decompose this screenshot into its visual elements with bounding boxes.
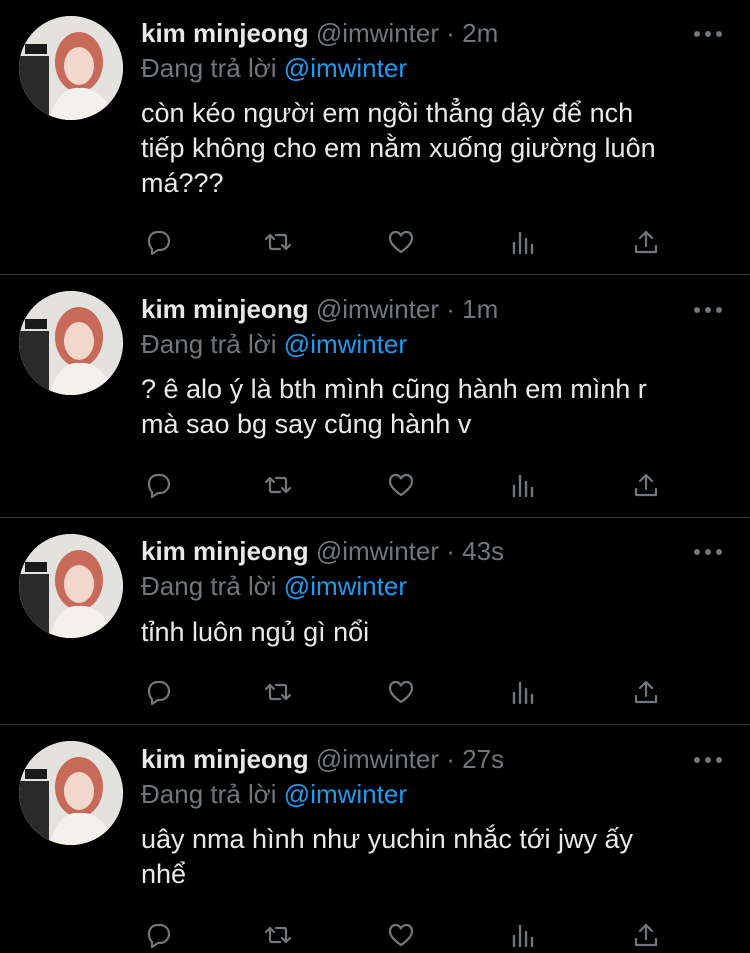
separator-dot: · <box>446 18 455 48</box>
tweet-text-line: tiếp không cho em nằm xuống giường luôn <box>141 133 656 163</box>
views-bar-chart-icon <box>512 924 534 948</box>
retweet-button[interactable] <box>261 675 295 709</box>
replying-to-label: Đang trả lời <box>141 53 277 83</box>
share-upload-icon <box>634 473 658 497</box>
tweet-divider <box>0 274 750 275</box>
heart-icon <box>388 923 414 947</box>
reply-button[interactable] <box>141 675 175 709</box>
views-button[interactable] <box>507 468 541 502</box>
avatar[interactable] <box>19 534 123 638</box>
display-name[interactable]: kim minjeong <box>141 744 309 774</box>
tweet-text-line: ? ê alo ý là bth mình cũng hành em mình … <box>141 374 647 404</box>
heart-icon <box>388 230 414 254</box>
replying-to-handle[interactable]: @imwinter <box>284 53 407 83</box>
tweet-header: kim minjeong @imwinter · 1m <box>141 292 498 326</box>
tweet-actions <box>141 225 701 259</box>
share-button[interactable] <box>629 918 663 952</box>
replying-to: Đang trả lời @imwinter <box>141 777 407 811</box>
views-button[interactable] <box>507 225 541 259</box>
retweet-icon <box>264 233 292 251</box>
retweet-icon <box>264 683 292 701</box>
avatar[interactable] <box>19 291 123 395</box>
separator-dot: · <box>446 744 455 774</box>
like-button[interactable] <box>384 468 418 502</box>
reply-button[interactable] <box>141 225 175 259</box>
more-horizontal-icon[interactable] <box>693 547 723 557</box>
like-button[interactable] <box>384 225 418 259</box>
tweet-header: kim minjeong @imwinter · 27s <box>141 742 504 776</box>
tweet-text: ? ê alo ý là bth mình cũng hành em mình … <box>141 372 721 442</box>
views-bar-chart-icon <box>512 681 534 705</box>
separator-dot: · <box>446 294 455 324</box>
more-horizontal-icon[interactable] <box>693 29 723 39</box>
tweet-text-line: mà sao bg say cũng hành v <box>141 409 472 439</box>
views-button[interactable] <box>507 918 541 952</box>
tweet-actions <box>141 675 701 709</box>
share-button[interactable] <box>629 225 663 259</box>
replying-to: Đang trả lời @imwinter <box>141 327 407 361</box>
reply-bubble-icon <box>147 680 171 706</box>
share-upload-icon <box>634 923 658 947</box>
tweet-text-line: má??? <box>141 168 224 198</box>
replying-to-handle[interactable]: @imwinter <box>284 571 407 601</box>
tweet-text: tỉnh luôn ngủ gì nổi <box>141 615 721 650</box>
heart-icon <box>388 473 414 497</box>
replying-to: Đang trả lời @imwinter <box>141 51 407 85</box>
user-handle[interactable]: @imwinter <box>316 18 439 48</box>
heart-icon <box>388 680 414 704</box>
user-handle[interactable]: @imwinter <box>316 294 439 324</box>
tweet-divider <box>0 724 750 725</box>
reply-button[interactable] <box>141 918 175 952</box>
views-bar-chart-icon <box>512 231 534 255</box>
like-button[interactable] <box>384 918 418 952</box>
retweet-button[interactable] <box>261 468 295 502</box>
avatar[interactable] <box>19 741 123 845</box>
tweet-text-line: tỉnh luôn ngủ gì nổi <box>141 617 370 647</box>
replying-to-handle[interactable]: @imwinter <box>284 779 407 809</box>
tweet-text-line: còn kéo người em ngồi thẳng dậy để nch <box>141 98 634 128</box>
tweet-text-line: uây nma hình như yuchin nhắc tới jwy ấy <box>141 824 634 854</box>
more-horizontal-icon[interactable] <box>693 755 723 765</box>
replying-to-handle[interactable]: @imwinter <box>284 329 407 359</box>
retweet-icon <box>264 476 292 494</box>
replying-to: Đang trả lời @imwinter <box>141 569 407 603</box>
replying-to-label: Đang trả lời <box>141 571 277 601</box>
user-handle[interactable]: @imwinter <box>316 744 439 774</box>
timestamp[interactable]: 27s <box>462 744 504 774</box>
timestamp[interactable]: 2m <box>462 18 498 48</box>
timestamp[interactable]: 43s <box>462 536 504 566</box>
retweet-button[interactable] <box>261 225 295 259</box>
share-upload-icon <box>634 680 658 704</box>
tweet-divider <box>0 517 750 518</box>
display-name[interactable]: kim minjeong <box>141 536 309 566</box>
more-horizontal-icon[interactable] <box>693 305 723 315</box>
like-button[interactable] <box>384 675 418 709</box>
separator-dot: · <box>446 536 455 566</box>
user-handle[interactable]: @imwinter <box>316 536 439 566</box>
display-name[interactable]: kim minjeong <box>141 294 309 324</box>
tweet-text: còn kéo người em ngồi thẳng dậy để nch t… <box>141 96 721 201</box>
tweet-header: kim minjeong @imwinter · 2m <box>141 16 498 50</box>
tweet-header: kim minjeong @imwinter · 43s <box>141 534 504 568</box>
reply-bubble-icon <box>147 923 171 949</box>
reply-button[interactable] <box>141 468 175 502</box>
share-button[interactable] <box>629 675 663 709</box>
reply-bubble-icon <box>147 473 171 499</box>
replying-to-label: Đang trả lời <box>141 329 277 359</box>
share-upload-icon <box>634 230 658 254</box>
views-button[interactable] <box>507 675 541 709</box>
timestamp[interactable]: 1m <box>462 294 498 324</box>
tweet-text-line: nhể <box>141 859 187 889</box>
tweet-actions <box>141 918 701 952</box>
tweet-text: uây nma hình như yuchin nhắc tới jwy ấy … <box>141 822 721 892</box>
display-name[interactable]: kim minjeong <box>141 18 309 48</box>
retweet-button[interactable] <box>261 918 295 952</box>
share-button[interactable] <box>629 468 663 502</box>
avatar[interactable] <box>19 16 123 120</box>
retweet-icon <box>264 926 292 944</box>
views-bar-chart-icon <box>512 474 534 498</box>
tweet-actions <box>141 468 701 502</box>
replying-to-label: Đang trả lời <box>141 779 277 809</box>
reply-bubble-icon <box>147 230 171 256</box>
